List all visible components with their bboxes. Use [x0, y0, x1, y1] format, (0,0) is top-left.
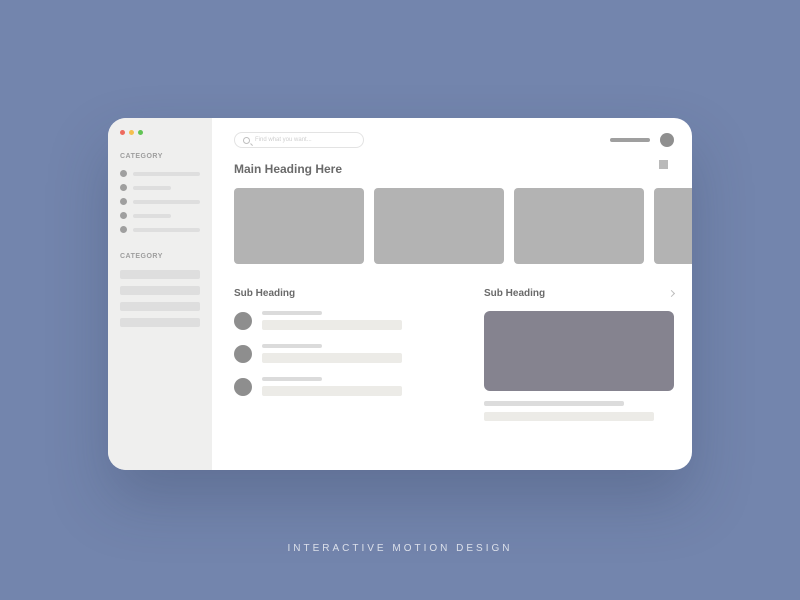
nav-item[interactable]: [120, 184, 200, 191]
nav-item[interactable]: [120, 226, 200, 233]
nav-group-2: [120, 270, 200, 327]
item-title-placeholder: [262, 311, 322, 315]
search-input[interactable]: Find what you want...: [234, 132, 364, 148]
minimize-icon[interactable]: [129, 130, 134, 135]
avatar[interactable]: [660, 133, 674, 147]
avatar-icon: [234, 312, 252, 330]
card-desc-placeholder: [484, 412, 654, 421]
feature-card[interactable]: [484, 311, 674, 391]
search-placeholder: Find what you want...: [255, 137, 312, 143]
card[interactable]: [374, 188, 504, 264]
nav-item[interactable]: [120, 170, 200, 177]
chevron-right-icon[interactable]: [668, 290, 675, 297]
menu-icon[interactable]: [659, 160, 668, 169]
bullet-icon: [120, 198, 127, 205]
item-desc-placeholder: [262, 386, 402, 396]
nav-item[interactable]: [120, 212, 200, 219]
card[interactable]: [514, 188, 644, 264]
nav-group-1: [120, 170, 200, 233]
nav-item[interactable]: [120, 270, 200, 279]
avatar-icon: [234, 378, 252, 396]
category-label-2: CATEGORY: [120, 253, 200, 260]
nav-placeholder: [133, 186, 171, 190]
item-title-placeholder: [262, 344, 322, 348]
nav-placeholder: [133, 214, 171, 218]
page-title: Main Heading Here: [234, 162, 674, 176]
sidebar: CATEGORY CATEGORY: [108, 118, 212, 470]
category-label-1: CATEGORY: [120, 153, 200, 160]
card[interactable]: [654, 188, 692, 264]
window-controls: [120, 130, 200, 135]
search-icon: [243, 137, 250, 144]
bullet-icon: [120, 170, 127, 177]
main-content: Find what you want... Main Heading Here …: [212, 118, 692, 470]
topbar: Find what you want...: [234, 132, 674, 148]
username-placeholder: [610, 138, 650, 142]
right-column: Sub Heading: [484, 288, 674, 421]
cards-carousel[interactable]: [234, 188, 674, 264]
list-item[interactable]: [234, 344, 434, 363]
card[interactable]: [234, 188, 364, 264]
nav-item[interactable]: [120, 302, 200, 311]
left-column: Sub Heading: [234, 288, 434, 421]
nav-item[interactable]: [120, 318, 200, 327]
app-window: CATEGORY CATEGORY Find what you want...: [108, 118, 692, 470]
close-icon[interactable]: [120, 130, 125, 135]
item-desc-placeholder: [262, 353, 402, 363]
list-item[interactable]: [234, 311, 434, 330]
list-item[interactable]: [234, 377, 434, 396]
nav-placeholder: [133, 200, 200, 204]
item-title-placeholder: [262, 377, 322, 381]
nav-placeholder: [133, 172, 200, 176]
maximize-icon[interactable]: [138, 130, 143, 135]
card-title-placeholder: [484, 401, 624, 406]
sub-heading-right: Sub Heading: [484, 288, 545, 299]
nav-item[interactable]: [120, 286, 200, 295]
bullet-icon: [120, 184, 127, 191]
nav-placeholder: [133, 228, 200, 232]
columns: Sub Heading Sub Heading: [234, 288, 674, 421]
bullet-icon: [120, 212, 127, 219]
nav-item[interactable]: [120, 198, 200, 205]
avatar-icon: [234, 345, 252, 363]
sub-heading-left: Sub Heading: [234, 288, 295, 299]
bullet-icon: [120, 226, 127, 233]
item-desc-placeholder: [262, 320, 402, 330]
page-caption: INTERACTIVE MOTION DESIGN: [0, 543, 800, 554]
